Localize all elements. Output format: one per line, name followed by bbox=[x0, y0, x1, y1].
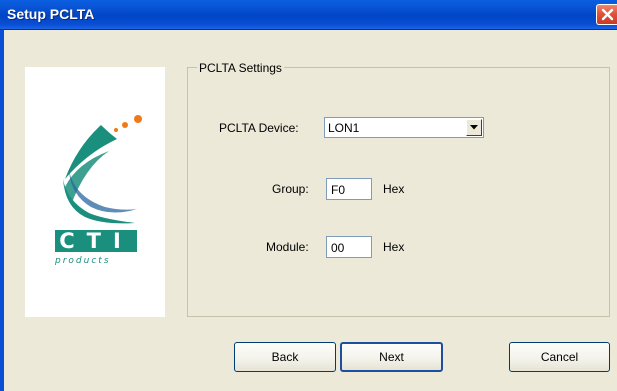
module-unit: Hex bbox=[383, 240, 405, 254]
module-label: Module: bbox=[266, 240, 309, 254]
cancel-button[interactable]: Cancel bbox=[509, 342, 610, 372]
chevron-down-icon bbox=[470, 125, 478, 130]
cti-logo-graphic bbox=[63, 115, 142, 224]
group-unit: Hex bbox=[383, 182, 405, 196]
module-value: 00 bbox=[331, 241, 345, 255]
device-select[interactable]: LON1 bbox=[324, 117, 484, 138]
module-field[interactable]: 00 bbox=[326, 236, 372, 258]
svg-text:CTI: CTI bbox=[59, 230, 133, 253]
next-button[interactable]: Next bbox=[340, 342, 443, 372]
logo-panel: CTI products bbox=[25, 67, 165, 317]
group-title: PCLTA Settings bbox=[197, 61, 284, 75]
group-value: F0 bbox=[331, 183, 346, 197]
back-button[interactable]: Back bbox=[234, 342, 336, 372]
cti-wordmark: CTI bbox=[25, 229, 165, 254]
window-title: Setup PCLTA bbox=[7, 6, 95, 22]
title-bar[interactable]: Setup PCLTA bbox=[0, 0, 617, 30]
device-value: LON1 bbox=[328, 121, 360, 135]
window-frame bbox=[0, 30, 4, 391]
close-icon bbox=[601, 8, 614, 21]
close-button[interactable] bbox=[596, 4, 617, 25]
group-label: Group: bbox=[272, 182, 309, 196]
device-label: PCLTA Device: bbox=[219, 121, 299, 135]
group-field[interactable]: F0 bbox=[326, 178, 372, 200]
logo-subtitle: products bbox=[55, 256, 111, 266]
dropdown-button[interactable] bbox=[466, 119, 482, 136]
